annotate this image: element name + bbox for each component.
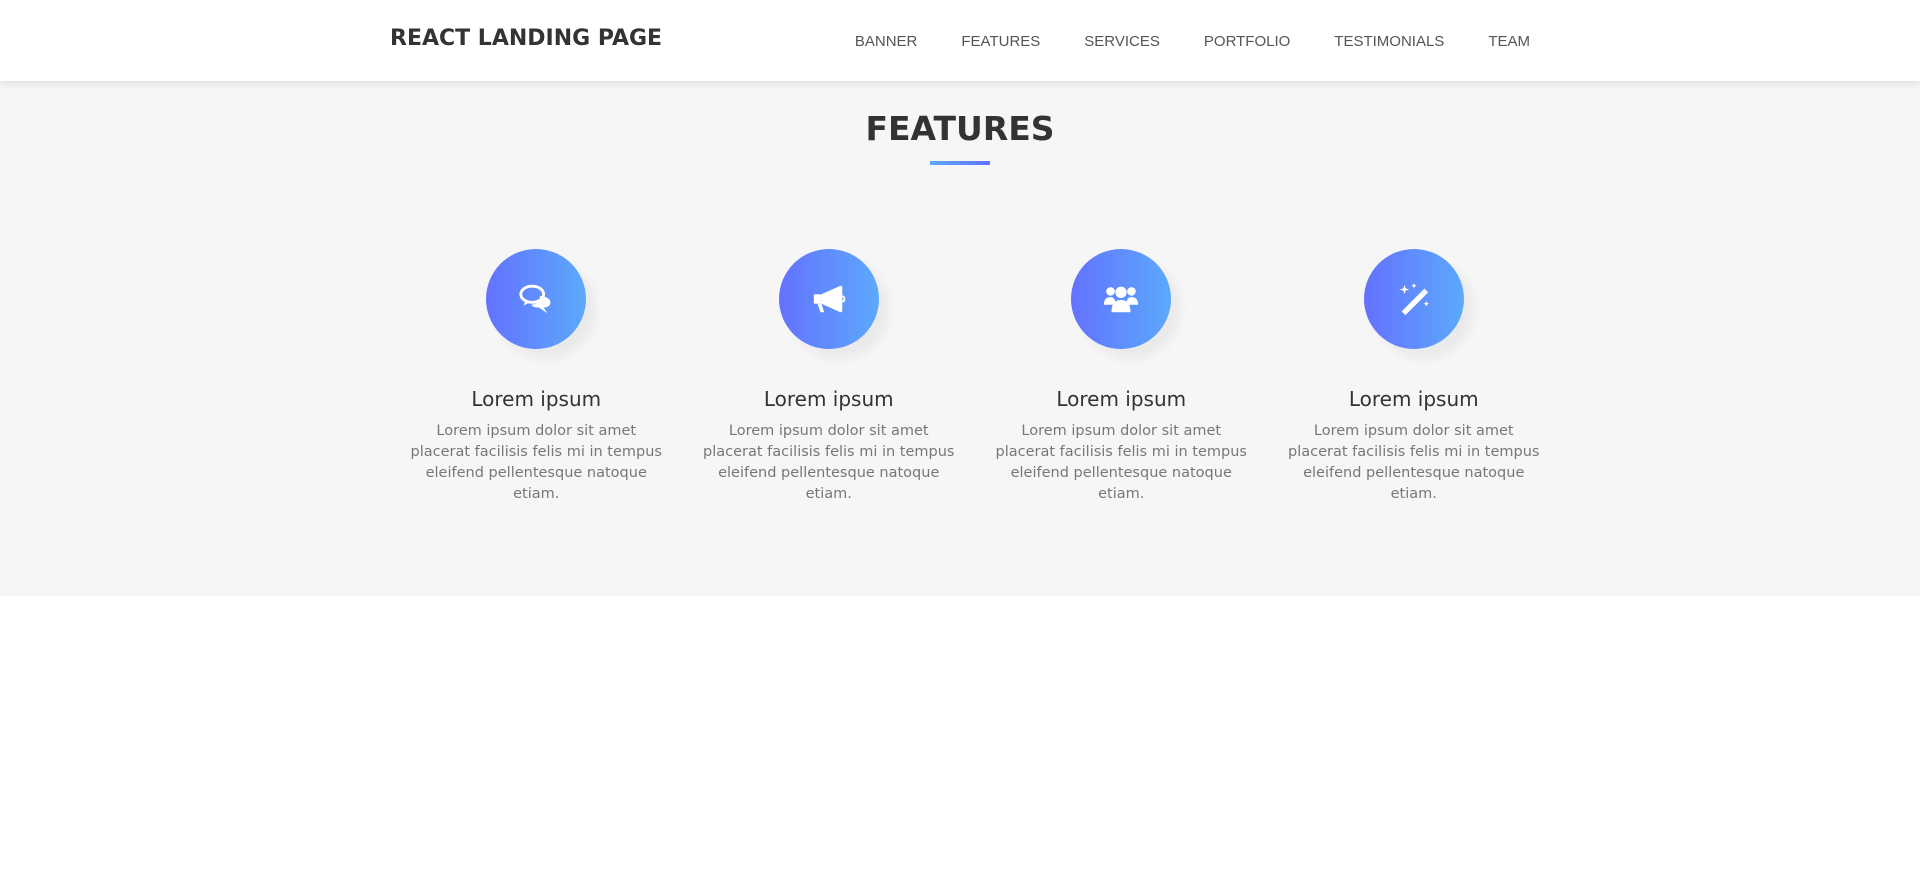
feature-title: Lorem ipsum — [1348, 387, 1479, 411]
nav-link-banner[interactable]: BANNER — [855, 33, 918, 50]
section-title: FEATURES — [865, 109, 1055, 148]
group-icon — [1104, 286, 1139, 313]
nav-link-testimonials[interactable]: TESTIMONIALS — [1334, 33, 1444, 50]
feature-item: Lorem ipsum Lorem ipsum dolor sit amet p… — [390, 249, 683, 505]
feature-text: Lorem ipsum dolor sit amet placerat faci… — [995, 423, 1247, 502]
nav-link-features[interactable]: FEATURES — [961, 33, 1040, 50]
nav-item-portfolio: PORTFOLIO — [1204, 33, 1290, 51]
feature-row: Lorem ipsum Lorem ipsum dolor sit amet p… — [390, 249, 1560, 505]
nav-item-services: SERVICES — [1084, 33, 1160, 51]
feature-text: Lorem ipsum dolor sit amet placerat faci… — [410, 423, 662, 502]
feature-icon-circle — [1071, 249, 1172, 349]
feature-title: Lorem ipsum — [763, 387, 894, 411]
nav-link-team[interactable]: TEAM — [1488, 33, 1530, 50]
nav-item-features: FEATURES — [961, 33, 1040, 51]
feature-icon-circle — [1363, 249, 1464, 349]
bullhorn-icon — [813, 285, 846, 313]
nav-item-banner: BANNER — [855, 33, 918, 51]
feature-title: Lorem ipsum — [471, 387, 602, 411]
feature-item: Lorem ipsum Lorem ipsum dolor sit amet p… — [975, 249, 1268, 505]
brand-logo[interactable]: REACT LANDING PAGE — [390, 26, 662, 51]
feature-item: Lorem ipsum Lorem ipsum dolor sit amet p… — [1268, 249, 1561, 505]
comments-icon — [519, 284, 551, 314]
nav-item-testimonials: TESTIMONIALS — [1334, 33, 1444, 51]
nav-item-team: TEAM — [1488, 33, 1530, 51]
feature-title: Lorem ipsum — [1056, 387, 1187, 411]
title-underline — [930, 161, 990, 165]
feature-icon-circle — [486, 249, 587, 349]
feature-text: Lorem ipsum dolor sit amet placerat faci… — [1288, 423, 1540, 502]
nav-link-portfolio[interactable]: PORTFOLIO — [1204, 33, 1290, 50]
nav-links: BANNER FEATURES SERVICES PORTFOLIO TESTI… — [811, 33, 1530, 51]
nav-link-services[interactable]: SERVICES — [1084, 33, 1160, 50]
features-section: FEATURES Lorem ipsum Lorem ipsum dolor s… — [0, 81, 1920, 596]
feature-icon-circle — [778, 249, 879, 349]
feature-item: Lorem ipsum Lorem ipsum dolor sit amet p… — [683, 249, 976, 505]
navbar: REACT LANDING PAGE BANNER FEATURES SERVI… — [0, 0, 1920, 81]
magic-icon — [1399, 282, 1429, 316]
feature-text: Lorem ipsum dolor sit amet placerat faci… — [703, 423, 955, 502]
